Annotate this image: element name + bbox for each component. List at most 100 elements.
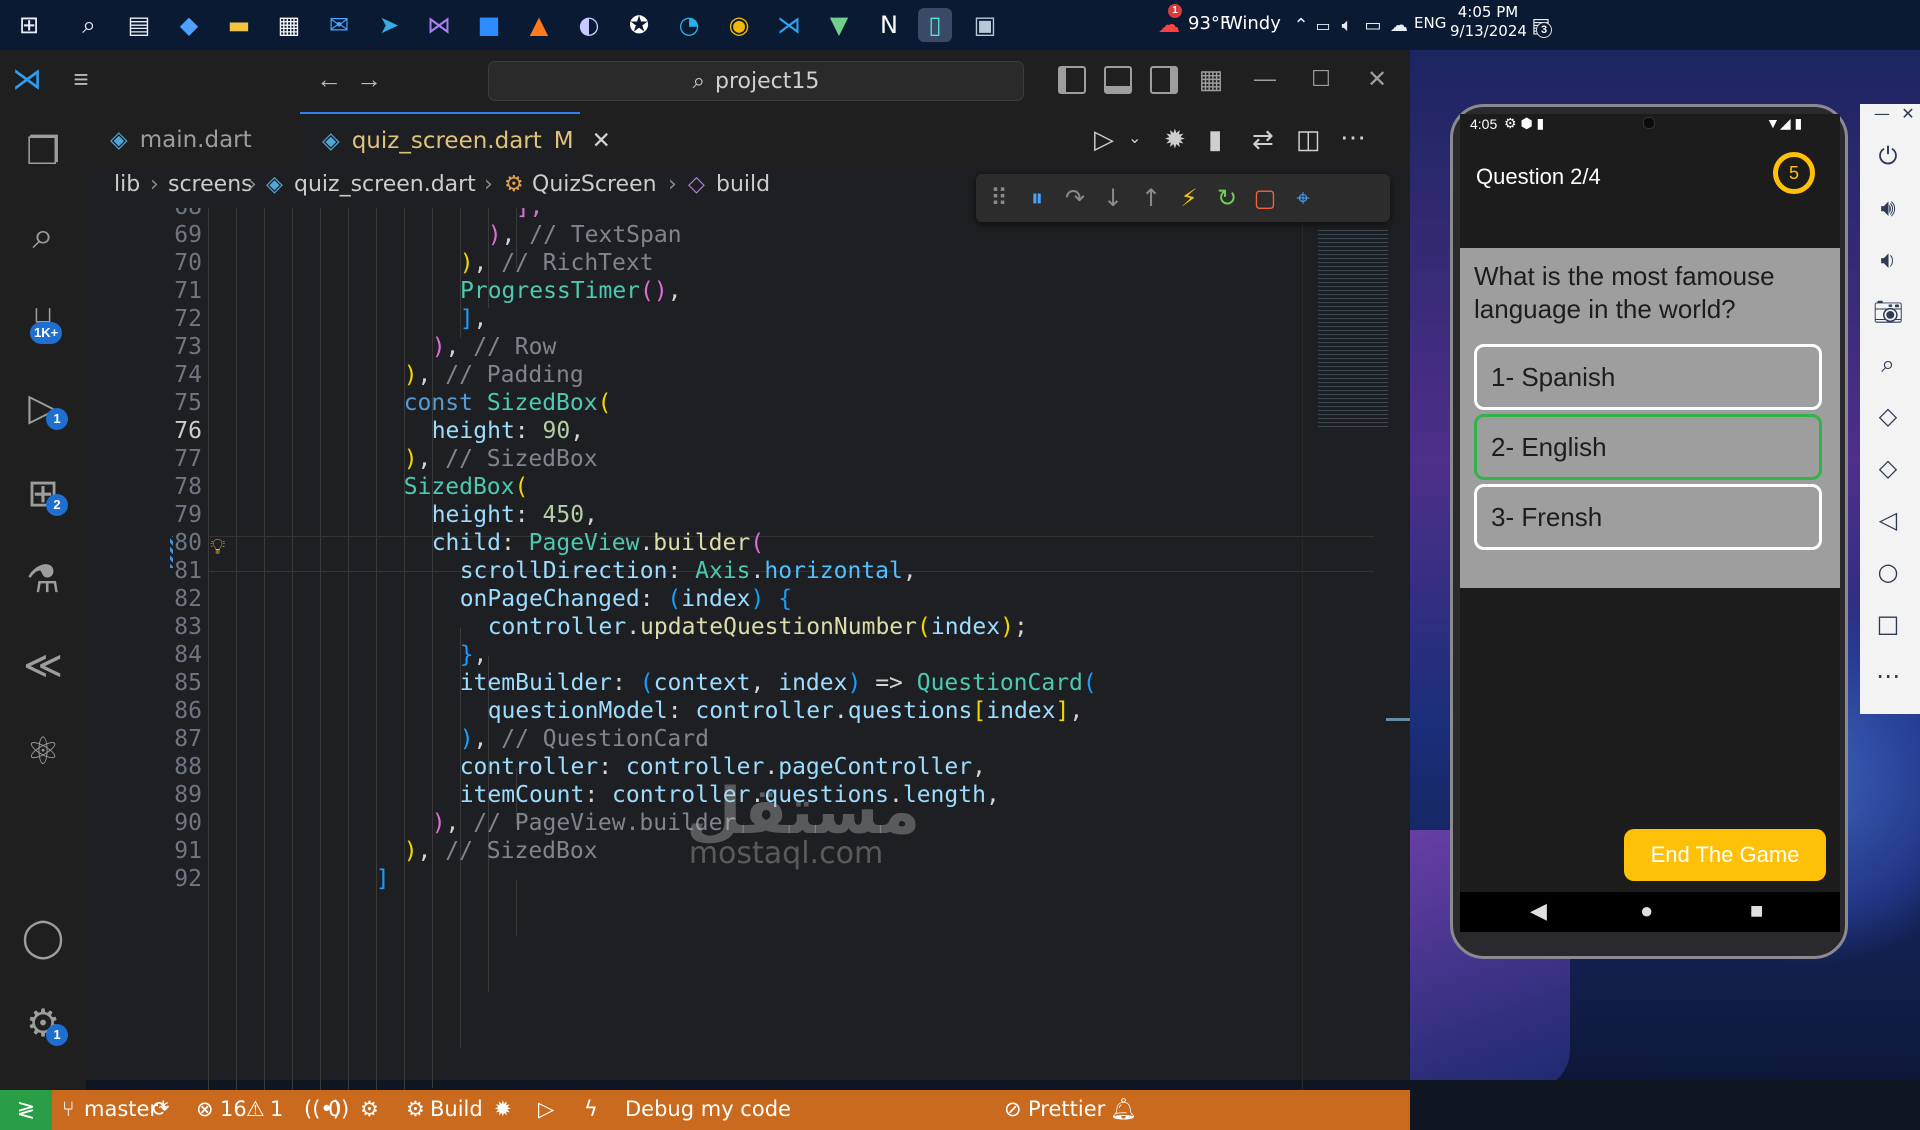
home-icon[interactable]: ○ [1860,558,1916,586]
camera-icon[interactable]: 📷︎ [1860,298,1916,326]
overview-icon[interactable]: □ [1860,610,1916,638]
split-editor-icon[interactable]: ◫ [1296,124,1321,155]
eclipse-icon[interactable]: ◐ [572,8,606,42]
toggle-secondary-sidebar-icon[interactable] [1150,66,1178,94]
minimize-icon[interactable]: — [1248,62,1282,96]
debug-launch-icon[interactable]: ⚙ [360,1097,379,1121]
device-icon[interactable]: ▮ [1208,124,1222,155]
end-game-button[interactable]: End The Game [1624,829,1826,881]
edge-icon[interactable]: ◔ [672,8,706,42]
search-icon[interactable]: ⌕ [72,8,106,42]
app-icon[interactable]: ◆ [172,8,206,42]
snipping-tool-icon[interactable]: ▣ [968,8,1002,42]
explorer-icon[interactable]: ❐ [18,126,68,176]
chevron-down-icon[interactable]: ⌄ [1128,128,1141,148]
option-3[interactable]: 3- Frensh [1474,484,1822,550]
more-options-icon[interactable]: ⋯ [1860,662,1916,690]
remote-indicator-icon[interactable]: ≷ [0,1090,52,1130]
debug-bug-icon[interactable]: ✹ [1164,124,1186,155]
language-indicator[interactable]: ENG [1414,14,1446,32]
build-button[interactable]: Build [430,1097,483,1121]
back-nav-icon[interactable]: ◀ [1530,898,1547,924]
option-2-selected[interactable]: 2- English [1474,414,1822,480]
widget-inspector-icon[interactable]: ⌖ [1288,182,1318,214]
minimap[interactable] [1318,230,1388,430]
shield-app-icon[interactable]: ▼ [822,8,856,42]
drag-handle-icon[interactable]: ⠿ [984,182,1014,214]
zoom-icon[interactable]: ⌕ [1860,350,1916,378]
volume-up-icon[interactable]: 🔊︎ [1860,194,1916,222]
compare-changes-icon[interactable]: ⇄ [1252,124,1274,155]
hot-reload-icon[interactable]: ⚡ [1174,182,1204,214]
chrome-icon[interactable]: ◉ [722,8,756,42]
windows-start-icon[interactable]: ⊞ [12,8,46,42]
rotate-left-icon[interactable]: ◇ [1860,402,1916,430]
notion-icon[interactable]: N [872,8,906,42]
rotate-right-icon[interactable]: ◇ [1860,454,1916,482]
warning-count[interactable]: 1 [270,1097,283,1121]
tab-main-dart[interactable]: ◈ main.dart [86,112,300,168]
account-icon[interactable]: ◯ [18,912,68,962]
close-icon[interactable]: ✕ [1880,104,1920,123]
lightbulb-icon[interactable]: 💡︎ [210,534,225,560]
breadcrumb-item[interactable]: lib [114,172,140,197]
restart-icon[interactable]: ↻ [1212,182,1242,214]
clock-date[interactable]: 9/13/2024 [1450,22,1527,40]
step-into-icon[interactable]: ↓ [1098,182,1128,214]
run-icon[interactable]: ▷ [1094,124,1124,156]
breadcrumb-item[interactable]: QuizScreen [532,172,657,197]
error-count[interactable]: 16 [220,1097,247,1121]
search-icon[interactable]: ⌕ [18,210,68,260]
debug-mode[interactable]: Debug my code [625,1097,791,1121]
home-nav-icon[interactable]: ● [1640,898,1653,924]
clock-time[interactable]: 4:05 PM [1452,3,1524,21]
visual-studio-icon[interactable]: ⋈ [422,8,456,42]
maximize-icon[interactable]: ☐ [1304,62,1338,96]
bell-icon[interactable]: 🔔︎ [1110,1097,1137,1122]
code-editor[interactable]: 💡︎ 68 69 70 71 72 73 74 75 76 77 78 79 8… [86,208,1410,1090]
menu-hamburger-icon[interactable]: ≡ [64,62,98,96]
flutter-icon[interactable]: ≪ [18,640,68,690]
vscode-taskbar-icon[interactable]: ⋊ [772,8,806,42]
store-icon[interactable]: ▦ [272,8,306,42]
prettier-status[interactable]: Prettier [1028,1097,1105,1121]
back-icon[interactable]: ◁ [1860,506,1916,534]
step-over-icon[interactable]: ↷ [1060,182,1090,214]
step-out-icon[interactable]: ↑ [1136,182,1166,214]
close-tab-icon[interactable]: ✕ [592,128,611,154]
volume-down-icon[interactable]: 🔉︎ [1860,246,1916,274]
power-icon[interactable]: ⏻ [1860,142,1916,170]
flash-icon[interactable]: ϟ [584,1097,598,1121]
sync-icon[interactable]: ⟳ [152,1097,170,1121]
back-arrow-icon[interactable]: ← [312,62,346,96]
breadcrumb-item[interactable]: screens [168,172,253,197]
breadcrumb-item[interactable]: quiz_screen.dart [294,172,476,197]
stop-icon[interactable]: ▢ [1250,182,1280,214]
mail-icon[interactable]: ✉ [322,8,356,42]
telegram-icon[interactable]: ➤ [372,8,406,42]
pause-icon[interactable]: ⏸︎ [1022,182,1052,214]
forward-arrow-icon[interactable]: → [352,62,386,96]
accessibility-icon[interactable]: ⚛ [18,726,68,776]
command-center-search[interactable]: ⌕ project15 [488,61,1024,101]
recents-nav-icon[interactable]: ■ [1750,898,1763,924]
debug-icon[interactable]: ✹ [494,1097,512,1121]
testing-icon[interactable]: ⚗ [18,554,68,604]
toggle-primary-sidebar-icon[interactable] [1058,66,1086,94]
emulator-taskbar-icon[interactable]: ▯ [918,8,952,42]
option-1[interactable]: 1- Spanish [1474,344,1822,410]
tab-quiz-screen-dart[interactable]: ◈ quiz_screen.dart M ✕ [300,112,611,168]
matlab-icon[interactable]: ▲ [522,8,556,42]
ports-count[interactable]: 0 [328,1097,341,1121]
file-explorer-icon[interactable]: ▬ [222,8,256,42]
breadcrumb-item[interactable]: build [716,172,770,197]
close-window-icon[interactable]: ✕ [1360,62,1394,96]
run-icon[interactable]: ▷ [538,1097,554,1121]
cloud-icon[interactable]: ☁ [1382,8,1416,42]
android-studio-icon[interactable]: ✪ [622,8,656,42]
more-actions-icon[interactable]: ⋯ [1340,122,1366,153]
customize-layout-icon[interactable]: ▦ [1196,62,1226,96]
task-view-icon[interactable]: ▤ [122,8,156,42]
toggle-panel-icon[interactable] [1104,66,1132,94]
zoom-icon[interactable]: ■ [472,8,506,42]
